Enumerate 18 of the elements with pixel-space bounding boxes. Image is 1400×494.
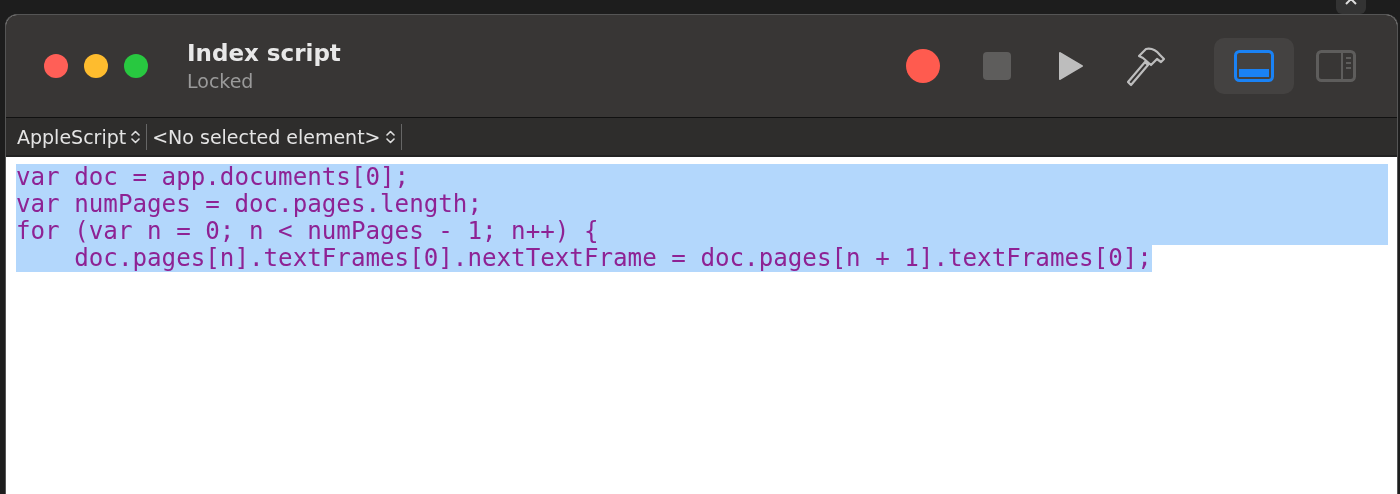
chevron-icon <box>131 129 141 144</box>
language-dropdown[interactable]: AppleScript <box>12 123 148 150</box>
play-icon <box>1058 51 1084 81</box>
close-button[interactable] <box>44 54 68 78</box>
element-dropdown[interactable]: <No selected element> <box>147 123 402 150</box>
code-line: for (var n = 0; n < numPages - 1; n++) { <box>16 217 599 245</box>
window-title: Index script <box>187 40 341 66</box>
bottom-panel-toggle[interactable] <box>1214 38 1294 94</box>
chevron-icon <box>385 129 395 144</box>
code-line: var numPages = doc.pages.length; <box>16 190 482 218</box>
bottom-panel-icon <box>1234 50 1274 82</box>
stop-icon <box>983 52 1011 80</box>
code-line: var doc = app.documents[0]; <box>16 163 410 191</box>
record-icon <box>906 49 940 83</box>
side-panel-icon <box>1316 50 1356 82</box>
minimize-button[interactable] <box>84 54 108 78</box>
zoom-button[interactable] <box>124 54 148 78</box>
window-subtitle: Locked <box>187 70 255 92</box>
